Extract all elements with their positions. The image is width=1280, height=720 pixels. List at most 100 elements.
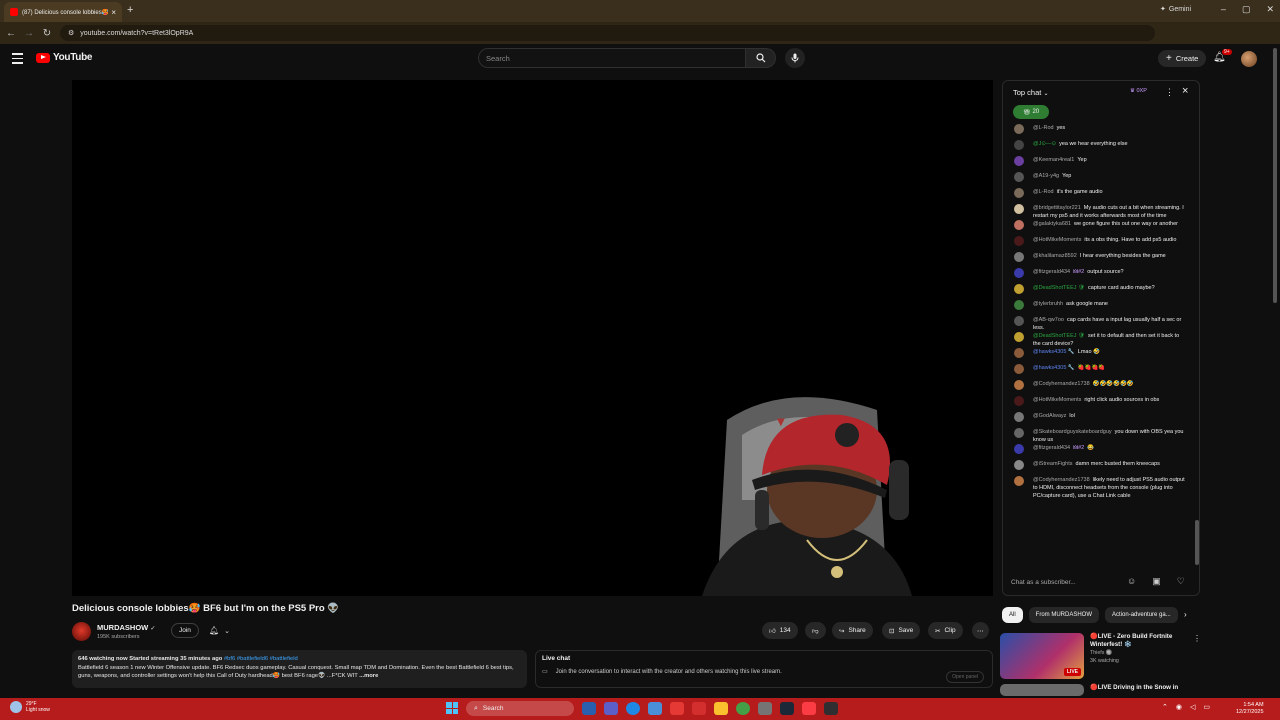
chat-author-avatar[interactable] [1014, 364, 1024, 374]
new-tab-button[interactable]: + [127, 4, 133, 16]
chat-author-avatar[interactable] [1014, 140, 1024, 150]
recommended-video[interactable]: LIVE 🔴LIVE - Zero Build Fortnite Winterf… [1000, 633, 1192, 679]
chat-author-avatar[interactable] [1014, 332, 1024, 342]
settings-icon[interactable] [758, 702, 772, 715]
subscription-bell-button[interactable]: 🔔︎ ⌄ [203, 623, 236, 638]
hamburger-menu-icon[interactable] [12, 53, 23, 64]
chat-author-name[interactable]: @DeadShotTEEJ 🛡 [1033, 285, 1085, 291]
video-player[interactable]: ▼ [72, 80, 993, 596]
chat-author-avatar[interactable] [1014, 156, 1024, 166]
file-explorer-icon[interactable] [582, 702, 596, 715]
chat-author-avatar[interactable] [1014, 300, 1024, 310]
windows-start-icon[interactable] [446, 702, 458, 714]
heart-icon[interactable]: ♡ [1177, 576, 1185, 587]
weather-widget[interactable]: 29°F Light snow [10, 701, 50, 713]
share-button[interactable]: ↪ Share [832, 622, 873, 639]
emoji-icon[interactable]: ☺ [1127, 576, 1136, 587]
gemini-button[interactable]: ✦ Gemini [1160, 5, 1191, 14]
chat-author-avatar[interactable] [1014, 252, 1024, 262]
chat-author-avatar[interactable] [1014, 460, 1024, 470]
channel-name[interactable]: MURDASHOW ✓ [97, 623, 155, 632]
chat-author-avatar[interactable] [1014, 396, 1024, 406]
voice-search-button[interactable] [785, 48, 805, 68]
chat-author-name[interactable]: @L-Rod [1033, 125, 1054, 131]
chat-author-name[interactable]: @iStreamFights [1033, 461, 1073, 467]
chat-author-name[interactable]: @DeadShotTEEJ 🛡 [1033, 333, 1085, 339]
maximize-icon[interactable]: ▢ [1242, 4, 1251, 15]
chat-author-avatar[interactable] [1014, 204, 1024, 214]
minimize-icon[interactable]: – [1221, 4, 1226, 15]
teams-icon[interactable] [604, 702, 618, 715]
open-panel-button[interactable]: Open panel [946, 671, 984, 683]
join-button[interactable]: Join [171, 623, 199, 638]
chat-author-name[interactable]: @L-Rod [1033, 189, 1054, 195]
edge-icon[interactable] [626, 702, 640, 715]
more-actions-button[interactable]: ⋯ [972, 622, 989, 639]
chat-author-avatar[interactable] [1014, 348, 1024, 358]
browser-tab[interactable]: (87) Delicious console lobbies🥵 × [4, 2, 122, 22]
tray-chevron-icon[interactable]: ⌃ [1162, 703, 1168, 711]
close-tab-icon[interactable]: × [111, 8, 116, 17]
chat-author-name[interactable]: @galaktyka681 [1033, 221, 1071, 227]
chip-from-channel[interactable]: From MURDASHOW [1028, 607, 1100, 623]
recommended-video[interactable]: 🔴LIVE Driving in the Snow in [1000, 684, 1192, 696]
chat-input[interactable]: Chat as a subscriber... [1011, 574, 1121, 590]
app-icon[interactable] [670, 702, 684, 715]
video-thumbnail[interactable] [1000, 684, 1084, 696]
system-clock[interactable]: 1:54 AM 12/27/2025 [1236, 702, 1264, 715]
chat-author-avatar[interactable] [1014, 412, 1024, 422]
chat-author-name[interactable]: @Codyhernandez1738 [1033, 477, 1090, 483]
chat-author-avatar[interactable] [1014, 220, 1024, 230]
chat-author-name[interactable]: @HotMikeMoments [1033, 397, 1081, 403]
chat-author-avatar[interactable] [1014, 172, 1024, 182]
page-scrollbar[interactable] [1273, 48, 1277, 303]
obs-icon[interactable] [824, 702, 838, 715]
back-icon[interactable]: ← [2, 28, 20, 39]
channel-avatar[interactable] [72, 622, 91, 641]
search-button[interactable] [746, 48, 776, 68]
chat-author-avatar[interactable] [1014, 476, 1024, 486]
chat-author-avatar[interactable] [1014, 124, 1024, 134]
top-chat-dropdown[interactable]: Top chat ⌄ [1013, 88, 1048, 97]
chat-author-name[interactable]: @khalilamaz8592 [1033, 253, 1077, 259]
chip-all[interactable]: All [1002, 607, 1023, 623]
chat-author-name[interactable]: @Codyhernandez1738 [1033, 381, 1090, 387]
chat-more-options-icon[interactable]: ⋮ [1165, 87, 1174, 98]
chat-author-name[interactable]: @AB-qw7oo [1033, 317, 1064, 323]
chat-author-name[interactable]: @Skateboardguyskateboardguy [1033, 429, 1112, 435]
chat-author-name[interactable]: @J⊙—⊙ [1033, 141, 1056, 147]
hashtags[interactable]: #bf6 #battlefield6 #battlefield [224, 656, 298, 662]
chat-author-name[interactable]: @hawks4305 🔧 [1033, 349, 1075, 355]
battery-icon[interactable]: ▭ [1203, 703, 1210, 711]
url-field[interactable]: ⚙ youtube.com/watch?v=tRet3lOpR9A [60, 25, 1155, 41]
volume-icon[interactable]: ◁ [1190, 703, 1195, 711]
description-box[interactable]: 646 watching now Started streaming 35 mi… [72, 650, 527, 688]
chat-author-name[interactable]: @Keeman4real1 [1033, 157, 1074, 163]
store-icon[interactable] [692, 702, 706, 715]
more-vertical-icon[interactable]: ⋮ [1193, 634, 1201, 643]
chat-scrollbar[interactable] [1195, 125, 1199, 565]
chat-author-avatar[interactable] [1014, 284, 1024, 294]
chevron-right-icon[interactable]: › [1184, 610, 1187, 619]
chat-author-name[interactable]: @tylerbruhh [1033, 301, 1063, 307]
chat-author-avatar[interactable] [1014, 428, 1024, 438]
chat-author-name[interactable]: @bridgettitaylor221 [1033, 205, 1081, 211]
clip-button[interactable]: ✂ Clip [928, 622, 963, 639]
copilot-icon[interactable] [648, 702, 662, 715]
create-button[interactable]: + Create [1158, 50, 1207, 67]
taskbar-search[interactable]: ⌕ Search [466, 701, 574, 716]
xp-badge[interactable]: ♛ 0XP [1130, 88, 1147, 94]
steam-icon[interactable] [780, 702, 794, 715]
forward-icon[interactable]: → [20, 28, 38, 39]
chat-author-name[interactable]: @A19-y4g [1033, 173, 1059, 179]
chat-author-avatar[interactable] [1014, 236, 1024, 246]
chat-author-avatar[interactable] [1014, 316, 1024, 326]
chip-action-adventure[interactable]: Action-adventure ga... [1105, 607, 1178, 623]
dislike-button[interactable]: 👎︎ [805, 622, 826, 639]
chat-author-avatar[interactable] [1014, 380, 1024, 390]
chat-author-name[interactable]: @GodAlwayz [1033, 413, 1066, 419]
music-icon[interactable] [802, 702, 816, 715]
close-window-icon[interactable]: ✕ [1266, 4, 1274, 15]
chat-author-avatar[interactable] [1014, 444, 1024, 454]
gifted-memberships-badge[interactable]: 🎁︎ 20 [1013, 105, 1049, 119]
